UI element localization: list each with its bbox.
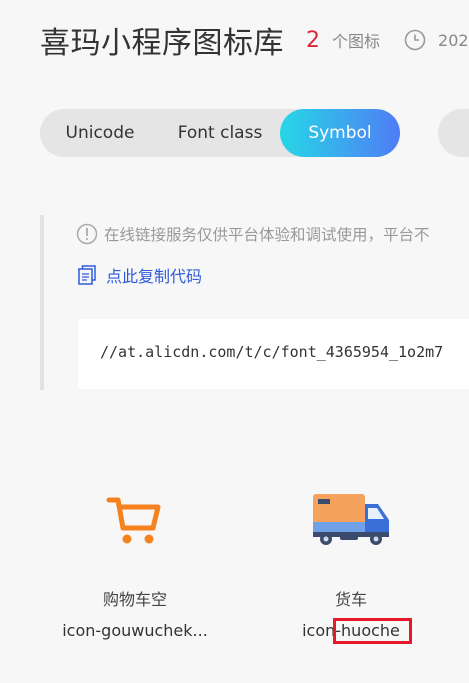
copy-code-label: 点此复制代码 — [106, 267, 203, 286]
notice-tip-text: 在线链接服务仅供平台体验和调试使用，平台不 — [104, 226, 430, 244]
page-header: 喜玛小程序图标库 2 个图标 202 — [40, 18, 469, 62]
info-icon — [76, 223, 98, 245]
icon-library-page: 喜玛小程序图标库 2 个图标 202 Unicode Font class Sy… — [0, 0, 469, 683]
clock-icon — [404, 29, 426, 51]
tab-font-class[interactable]: Font class — [160, 109, 280, 157]
icon-count: 2 — [306, 27, 320, 53]
tab-unicode[interactable]: Unicode — [40, 109, 160, 157]
copy-icon — [78, 265, 96, 285]
icon-name: 货车 — [334, 590, 367, 609]
code-box[interactable]: //at.alicdn.com/t/c/font_4365954_1o2m7 — [78, 319, 469, 389]
tab-symbol[interactable]: Symbol — [280, 109, 400, 157]
truck-icon — [313, 494, 389, 545]
page-title: 喜玛小程序图标库 — [40, 26, 284, 61]
side-button[interactable] — [438, 109, 469, 157]
shopping-cart-icon — [106, 497, 161, 544]
icon-count-label: 个图标 — [332, 32, 381, 51]
notice-tip: 在线链接服务仅供平台体验和调试使用，平台不 — [76, 223, 430, 245]
code-url: //at.alicdn.com/t/c/font_4365954_1o2m7 — [100, 343, 444, 361]
highlight-box — [333, 618, 412, 644]
icon-name: 购物车空 — [102, 590, 167, 609]
icon-code: icon-gouwuchek... — [62, 621, 208, 640]
copy-code-link[interactable]: 点此复制代码 — [76, 263, 202, 287]
icon-card-shopping-cart[interactable]: 购物车空 icon-gouwuchek... — [45, 480, 225, 650]
tab-bar: Unicode Font class Symbol — [40, 109, 400, 157]
updated-date: 202 — [438, 30, 469, 50]
notice-block: 在线链接服务仅供平台体验和调试使用，平台不 点此复制代码 //at.alicdn… — [40, 215, 469, 390]
